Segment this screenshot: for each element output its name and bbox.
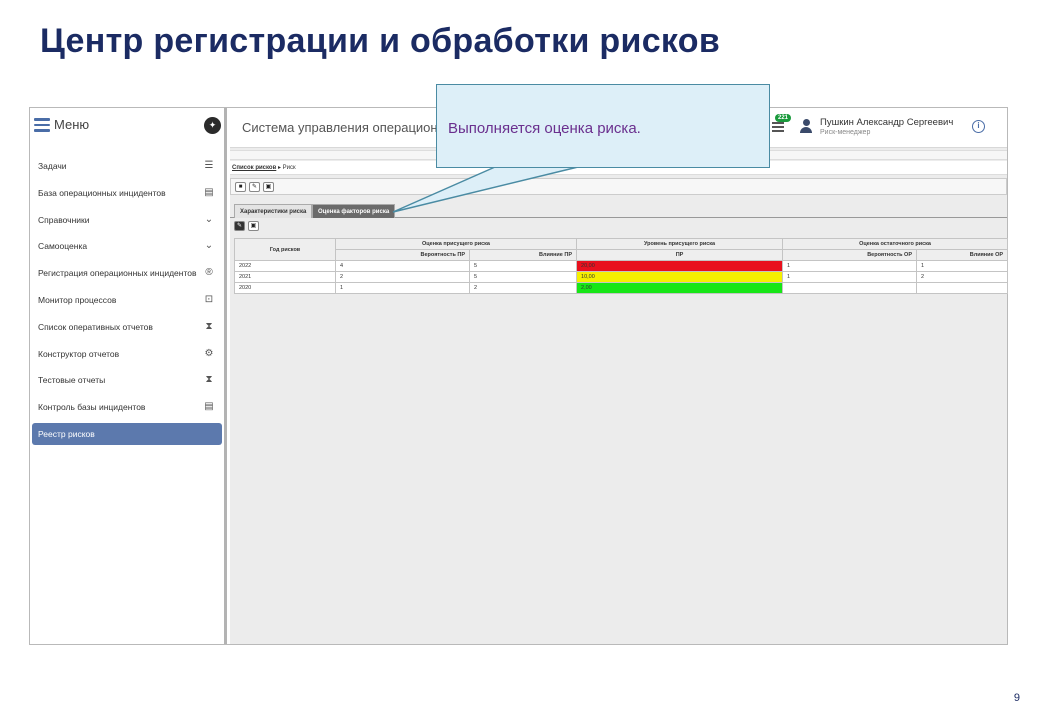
hourglass-icon: ⧗ xyxy=(205,320,213,332)
cell-pr[interactable]: 20,00 xyxy=(576,260,784,272)
cell-prob-pr[interactable]: 1 xyxy=(335,282,470,294)
chevron-down-icon: ⌄ xyxy=(204,240,214,252)
cell-year[interactable]: 2020 xyxy=(234,282,336,294)
hamburger-icon[interactable] xyxy=(34,118,50,132)
callout-text: Выполняется оценка риска. xyxy=(448,120,641,137)
breadcrumb-separator-icon: ▸ xyxy=(277,165,281,171)
column-header-prob-pr[interactable]: Вероятность ПР xyxy=(335,249,470,261)
table-row[interactable]: 2022 4 5 20,00 1 1 xyxy=(234,260,1009,272)
sidebar-item-label: Список оперативных отчетов xyxy=(38,321,153,332)
user-icon[interactable] xyxy=(799,119,813,135)
cell-impact-pr[interactable]: 5 xyxy=(468,260,578,272)
cell-impact-or[interactable]: 2 xyxy=(916,271,1009,283)
tab-risk-factors[interactable]: Оценка факторов риска xyxy=(312,204,396,218)
cell-prob-pr[interactable]: 2 xyxy=(335,271,470,283)
sidebar-item-label: База операционных инцидентов xyxy=(38,187,166,198)
breadcrumb-link[interactable]: Список рисков xyxy=(232,165,276,171)
table-row[interactable]: 2021 2 5 10,00 1 2 xyxy=(234,271,1009,283)
cell-pr[interactable]: 2,00 xyxy=(576,282,784,294)
cell-prob-pr[interactable]: 4 xyxy=(335,260,470,272)
gears-icon: ⚙ xyxy=(204,347,214,359)
cell-impact-pr[interactable]: 5 xyxy=(468,271,578,283)
sidebar-item[interactable]: Монитор процессов ⊡ xyxy=(32,287,222,314)
page-number: 9 xyxy=(1013,692,1020,704)
sidebar-item-label: Задачи xyxy=(38,161,67,171)
cell-impact-or[interactable]: 1 xyxy=(916,260,1009,272)
sidebar-item-label: Тестовые отчеты xyxy=(38,375,106,386)
grid-toolbar: ✎ ▣ xyxy=(234,221,264,234)
app-screenshot: Меню ✦ Задачи ☰ База операционных инцидент… xyxy=(29,107,1009,645)
cell-year[interactable]: 2021 xyxy=(234,271,336,283)
column-header-impact-pr[interactable]: Влияние ПР xyxy=(468,249,578,261)
app-title: Система управления операционн xyxy=(242,120,445,135)
hourglass-icon: ⧗ xyxy=(205,374,213,386)
slide-title: Центр регистрации и обработки рисков xyxy=(40,22,721,60)
edit-icon[interactable]: ✎ xyxy=(249,182,260,192)
sidebar-item-label: Регистрация операционных инцидентов xyxy=(38,268,197,279)
cell-prob-or[interactable] xyxy=(782,282,918,294)
sidebar-item[interactable]: Задачи ☰ xyxy=(32,153,222,180)
add-icon[interactable]: ■ xyxy=(235,182,246,192)
menu-header: Меню ✦ xyxy=(34,116,224,138)
notification-badge: 221 xyxy=(775,114,792,122)
notification-icon[interactable] xyxy=(772,122,784,134)
toolbar: ■ ✎ ▣ xyxy=(230,178,1007,195)
callout-box: Выполняется оценка риска. xyxy=(436,84,770,168)
table-row[interactable]: 2020 1 2 2,00 xyxy=(234,282,1009,294)
main-area: Система управления операционн 221 Пушкин… xyxy=(230,108,1009,644)
user-role: Риск-менеджер xyxy=(820,129,871,136)
database-icon: ▤ xyxy=(204,401,214,413)
info-icon[interactable]: i xyxy=(972,120,985,133)
column-header-year[interactable]: Год рисков xyxy=(234,238,336,261)
cell-pr[interactable]: 10,00 xyxy=(576,271,784,283)
sidebar-item[interactable]: База операционных инцидентов ▤ xyxy=(32,180,222,207)
cell-prob-or[interactable]: 1 xyxy=(782,271,918,283)
sidebar-item[interactable]: Самооценка ⌄ xyxy=(32,233,222,260)
edit-grid-icon[interactable]: ✎ xyxy=(234,221,245,231)
tab-risk-characteristics[interactable]: Характеристики риска xyxy=(234,204,313,218)
tabs-bar: Характеристики риска Оценка факторов рис… xyxy=(230,201,1007,218)
sidebar-item-label: Контроль базы инцидентов xyxy=(38,402,146,413)
group-header-inherent-level: Уровень присущего риска xyxy=(576,238,784,250)
sidebar-item[interactable]: Конструктор отчетов ⚙ xyxy=(32,341,222,368)
pin-icon[interactable]: ✦ xyxy=(204,117,221,134)
sidebar-item-label: Справочники xyxy=(38,214,90,225)
cell-year[interactable]: 2022 xyxy=(234,260,336,272)
menu-list: Задачи ☰ База операционных инцидентов ▤ Спра… xyxy=(32,153,222,445)
save-icon[interactable]: ▣ xyxy=(263,182,274,192)
user-name[interactable]: Пушкин Александр Сергеевич xyxy=(820,117,953,128)
monitor-icon: ⊡ xyxy=(204,293,214,305)
sidebar-item[interactable]: Справочники ⌄ xyxy=(32,207,222,234)
column-header-pr[interactable]: ПР xyxy=(576,249,784,261)
cell-impact-or[interactable] xyxy=(916,282,1009,294)
sidebar-item-label: Конструктор отчетов xyxy=(38,348,120,359)
registered-icon: ® xyxy=(205,267,213,279)
sidebar-item[interactable]: Контроль базы инцидентов ▤ xyxy=(32,394,222,421)
sidebar-item-label: Монитор процессов xyxy=(38,294,117,305)
save-grid-icon[interactable]: ▣ xyxy=(248,221,259,231)
sidebar-item-label: Реестр рисков xyxy=(38,428,95,439)
database-icon: ▤ xyxy=(204,186,214,198)
checklist-icon: ☰ xyxy=(204,160,214,171)
sidebar-item[interactable]: Регистрация операционных инцидентов ® xyxy=(32,260,222,287)
group-header-inherent-assessment: Оценка присущего риска xyxy=(334,238,578,250)
sidebar-item-label: Самооценка xyxy=(38,241,88,252)
breadcrumb-current: Риск xyxy=(282,165,296,171)
chevron-down-icon: ⌄ xyxy=(204,213,214,225)
column-header-prob-or[interactable]: Вероятность ОР xyxy=(782,249,918,261)
sidebar-item[interactable]: Список оперативных отчетов ⧗ xyxy=(32,314,222,341)
column-header-impact-or[interactable]: Влияние ОР xyxy=(916,249,1009,261)
cell-prob-or[interactable]: 1 xyxy=(782,260,918,272)
sidebar: Меню ✦ Задачи ☰ База операционных инцидент… xyxy=(30,108,227,644)
risk-assessment-table: Год рисков Оценка присущего риска Уровен… xyxy=(234,238,1009,294)
sidebar-item[interactable]: Реестр рисков xyxy=(32,422,222,445)
sidebar-item[interactable]: Тестовые отчеты ⧗ xyxy=(32,367,222,394)
cell-impact-pr[interactable]: 2 xyxy=(468,282,578,294)
group-header-residual-assessment: Оценка остаточного риска xyxy=(782,238,1009,250)
menu-title: Меню xyxy=(54,117,90,132)
